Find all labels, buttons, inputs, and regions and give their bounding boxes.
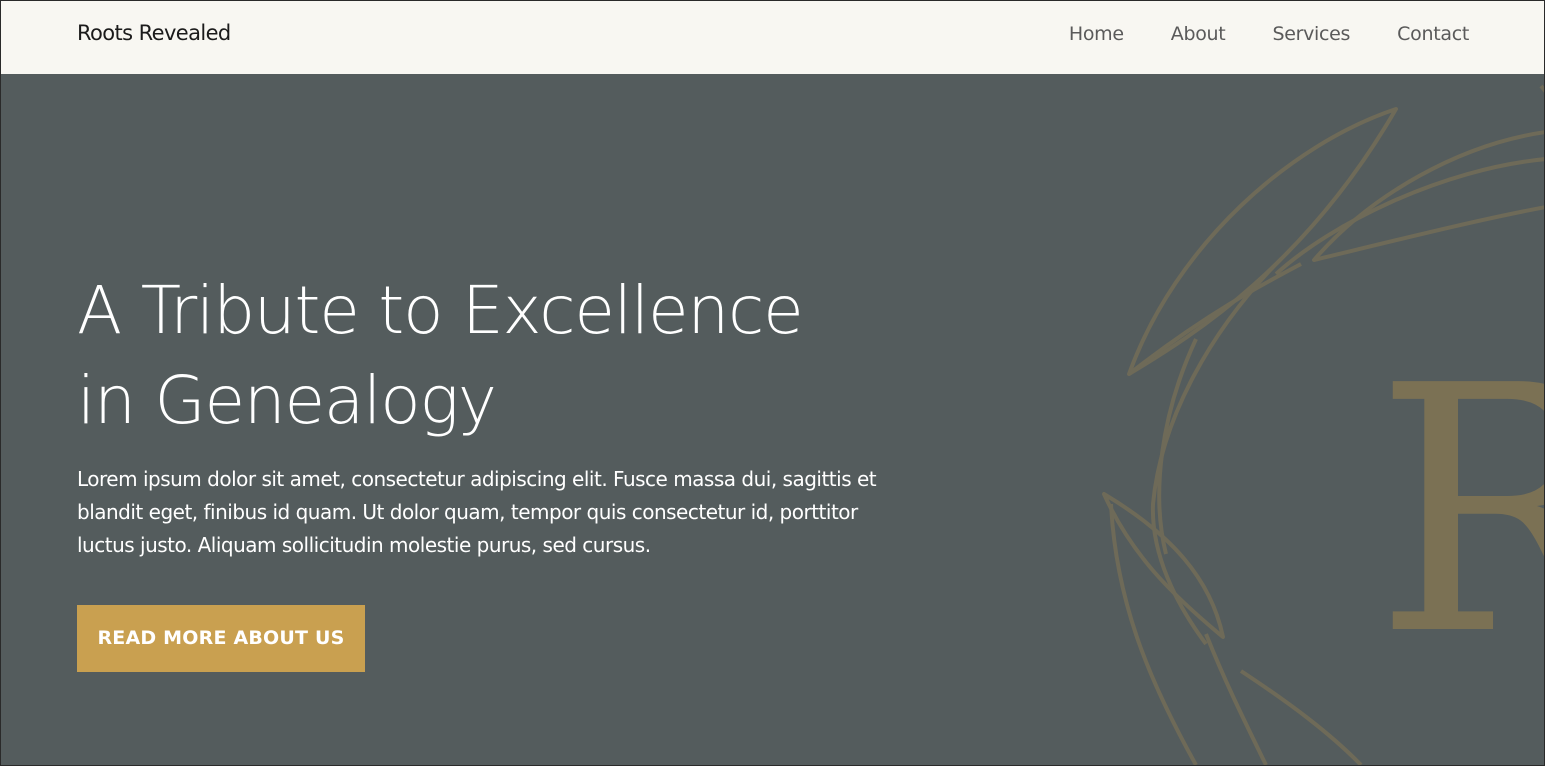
hero-section: R A Tribute to Excellence in Genealogy L… xyxy=(1,74,1544,765)
hero-description: Lorem ipsum dolor sit amet, consectetur … xyxy=(77,467,877,557)
monogram-letter: R xyxy=(1374,314,1544,710)
hero-title-line-1: A Tribute to Excellence xyxy=(77,272,804,349)
hero-title-line-2: in Genealogy xyxy=(77,362,497,439)
main-nav: Home About Services Contact xyxy=(1069,23,1469,45)
nav-services[interactable]: Services xyxy=(1272,23,1350,45)
nav-contact[interactable]: Contact xyxy=(1397,23,1469,45)
site-header: Roots Revealed Home About Services Conta… xyxy=(1,1,1544,75)
nav-home[interactable]: Home xyxy=(1069,23,1124,45)
nav-about[interactable]: About xyxy=(1171,23,1226,45)
brand-logo[interactable]: Roots Revealed xyxy=(77,21,231,45)
browser-frame: Roots Revealed Home About Services Conta… xyxy=(0,0,1545,766)
read-more-button[interactable]: READ MORE ABOUT US xyxy=(77,605,365,672)
hero-title: A Tribute to Excellence in Genealogy xyxy=(77,266,977,446)
